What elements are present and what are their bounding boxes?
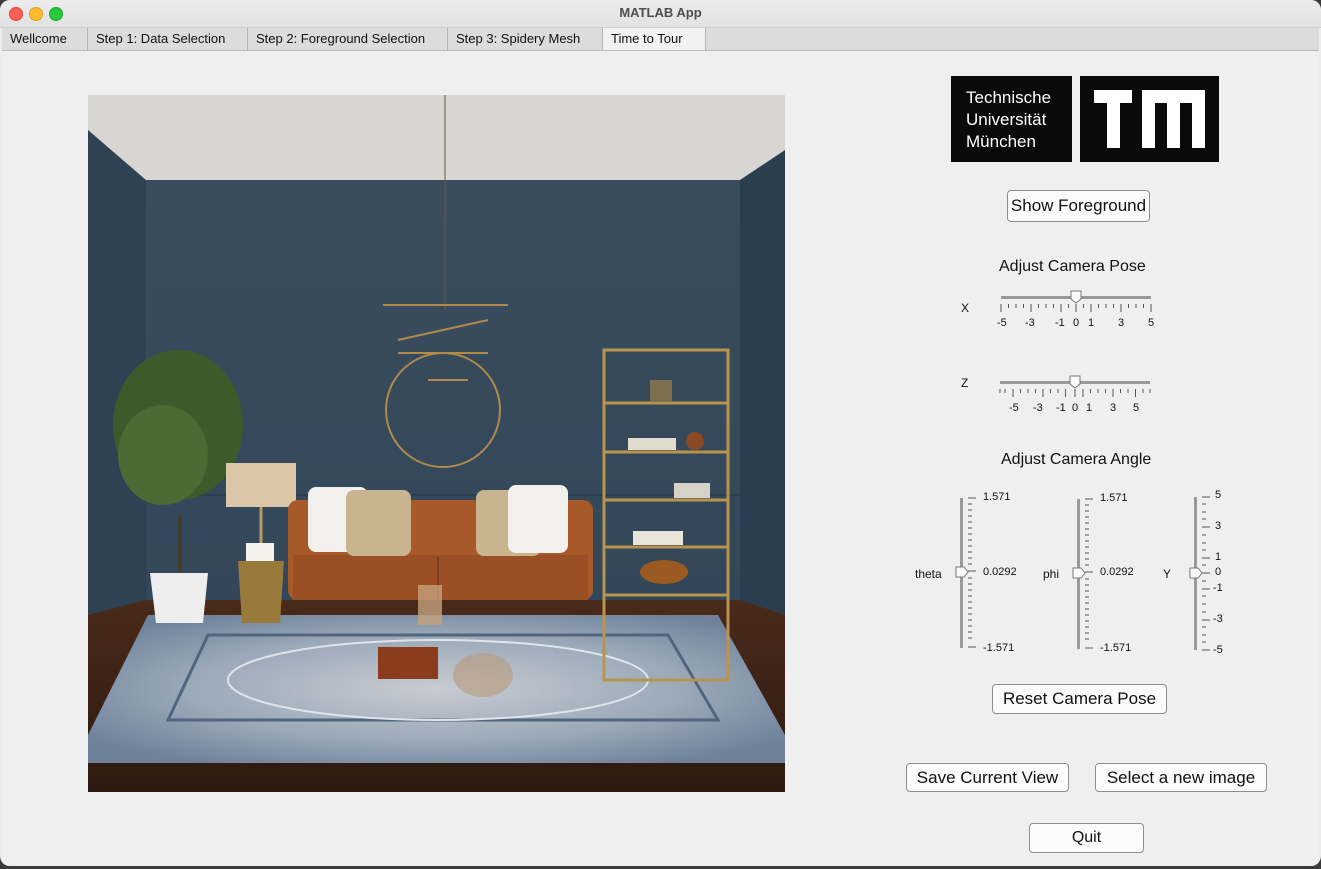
z-tick-label: 1: [1086, 402, 1093, 414]
phi-slider[interactable]: [1071, 491, 1101, 656]
tab-bar: Wellcome Step 1: Data Selection Step 2: …: [2, 28, 1319, 51]
x-tick-label: 1: [1088, 317, 1095, 329]
y-slider[interactable]: [1188, 489, 1218, 657]
z-slider-thumb[interactable]: [1069, 375, 1081, 389]
z-tick-label: 5: [1133, 402, 1140, 414]
title-bar: MATLAB App: [0, 0, 1321, 28]
reset-camera-pose-button[interactable]: Reset Camera Pose: [992, 684, 1167, 714]
phi-tick-label: 0.0292: [1100, 566, 1134, 578]
x-tick-label: 5: [1148, 317, 1155, 329]
x-tick-label: 3: [1118, 317, 1125, 329]
tab-foreground-selection[interactable]: Step 2: Foreground Selection: [248, 28, 448, 50]
y-tick-label: 5: [1215, 489, 1222, 501]
phi-slider-ticks: [1085, 498, 1093, 649]
tab-data-selection[interactable]: Step 1: Data Selection: [88, 28, 248, 50]
x-tick-label: 0: [1073, 317, 1080, 329]
x-slider-label: X: [961, 301, 970, 315]
tum-mark-icon: [1094, 90, 1205, 148]
y-tick-label: -5: [1213, 644, 1223, 656]
tum-logo-mark: [1080, 76, 1219, 162]
theta-slider-label: theta: [915, 567, 942, 581]
x-tick-label: -5: [997, 317, 1007, 329]
tab-spidery-mesh[interactable]: Step 3: Spidery Mesh: [448, 28, 603, 50]
save-current-view-button[interactable]: Save Current View: [906, 763, 1069, 792]
z-slider-ticks: [999, 389, 1151, 397]
theta-tick-label: -1.571: [983, 642, 1015, 654]
phi-slider-label: phi: [1043, 567, 1060, 581]
y-tick-label: -1: [1213, 582, 1223, 594]
z-tick-label: -5: [1009, 402, 1019, 414]
x-slider-ticks: [1000, 304, 1152, 312]
camera-pose-heading: Adjust Camera Pose: [999, 258, 1146, 275]
scene-view: [88, 95, 785, 792]
theta-slider-thumb[interactable]: [955, 566, 969, 578]
theta-slider[interactable]: [954, 490, 984, 655]
y-slider-thumb[interactable]: [1189, 567, 1203, 579]
show-foreground-button[interactable]: Show Foreground: [1007, 190, 1150, 222]
logo-line-3: München: [966, 132, 1036, 151]
y-tick-label: 0: [1215, 566, 1222, 578]
y-tick-label: 3: [1215, 520, 1222, 532]
z-tick-label: 0: [1072, 402, 1079, 414]
phi-tick-label: 1.571: [1100, 492, 1128, 504]
quit-button[interactable]: Quit: [1029, 823, 1144, 853]
phi-tick-label: -1.571: [1100, 642, 1132, 654]
y-slider-label: Y: [1163, 567, 1172, 581]
z-tick-label: 3: [1110, 402, 1117, 414]
y-tick-label: -3: [1213, 613, 1223, 625]
x-tick-label: -1: [1055, 317, 1065, 329]
select-new-image-button[interactable]: Select a new image: [1095, 763, 1267, 792]
theta-tick-label: 0.0292: [983, 566, 1017, 578]
y-slider-ticks: [1202, 496, 1210, 651]
window-title: MATLAB App: [619, 5, 702, 20]
phi-slider-thumb[interactable]: [1072, 567, 1086, 579]
y-tick-label: 1: [1215, 551, 1222, 563]
z-slider-label: Z: [961, 376, 969, 390]
z-tick-label: -3: [1033, 402, 1043, 414]
app-window: MATLAB App Wellcome Step 1: Data Selecti…: [0, 0, 1321, 866]
camera-angle-heading: Adjust Camera Angle: [1001, 451, 1152, 468]
logo-line-1: Technische: [966, 88, 1052, 107]
tab-time-to-tour[interactable]: Time to Tour: [603, 28, 706, 50]
tab-wellcome[interactable]: Wellcome: [2, 28, 88, 50]
logo-line-2: Universität: [966, 110, 1047, 129]
tum-logo-text-block: Technische Universität München: [951, 76, 1072, 162]
theta-tick-label: 1.571: [983, 491, 1011, 503]
x-slider-thumb[interactable]: [1070, 290, 1082, 304]
z-tick-label: -1: [1056, 402, 1066, 414]
theta-slider-ticks: [968, 497, 976, 648]
x-tick-label: -3: [1025, 317, 1035, 329]
